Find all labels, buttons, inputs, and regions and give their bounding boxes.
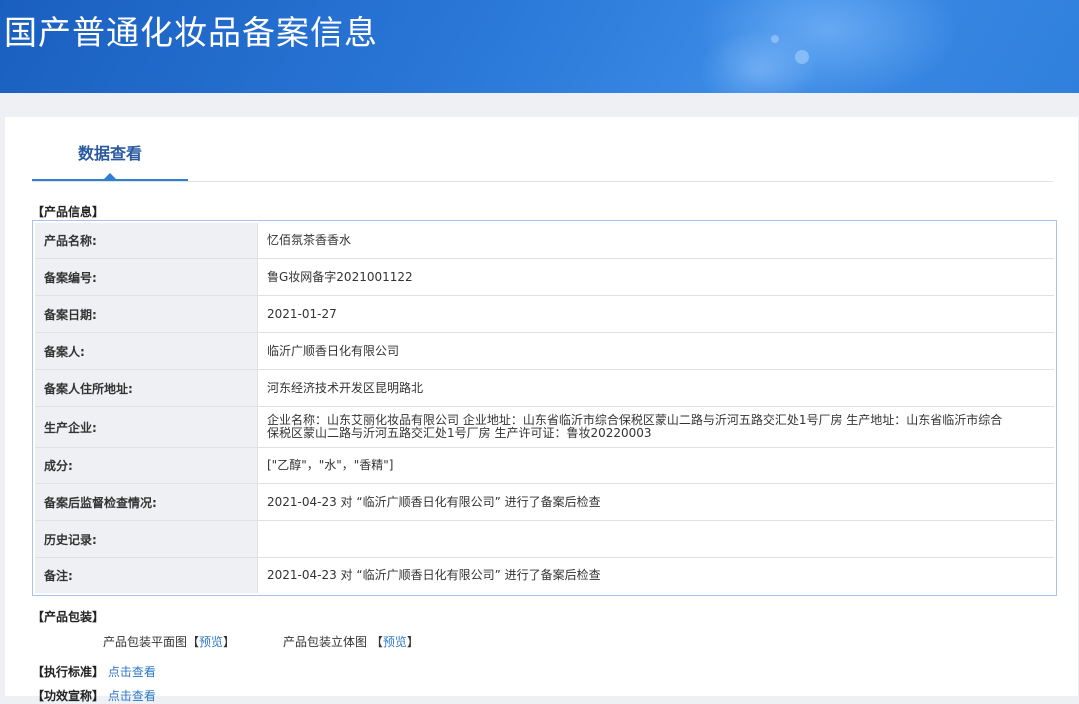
- row-label: 备案日期:: [35, 296, 258, 332]
- header-banner: 国产普通化妆品备案信息: [0, 0, 1079, 93]
- preview-solid-link[interactable]: 预览: [383, 635, 407, 649]
- bracket-close: 】: [223, 635, 236, 649]
- row-value: ["乙醇"，"水"，"香精"]: [267, 458, 394, 472]
- row-value: 临沂广顺香日化有限公司: [267, 343, 400, 358]
- content-panel: 数据查看 【产品信息】 产品名称: 忆佰氛茶香香水 备案编号: 鲁G妆网备字20…: [5, 117, 1078, 703]
- efficacy-view-link[interactable]: 点击查看: [108, 689, 156, 703]
- section-title-product-info: 【产品信息】: [32, 205, 105, 219]
- packaging-flat-line: 产品包装平面图【预览】: [103, 633, 235, 650]
- packaging-flat-label: 产品包装平面图: [103, 635, 188, 649]
- row-value: 2021-01-27: [267, 306, 337, 321]
- tab-active-indicator-icon: [104, 173, 116, 179]
- bracket-open: 【: [370, 635, 383, 649]
- row-value: 2021-04-23 对 “临沂广顺香日化有限公司” 进行了备案后检查: [267, 568, 601, 582]
- product-info-table: 产品名称: 忆佰氛茶香香水 备案编号: 鲁G妆网备字2021001122 备案日…: [32, 220, 1057, 596]
- section-title-packaging: 【产品包装】: [32, 610, 105, 624]
- bracket-open: 【: [187, 635, 200, 649]
- row-label: 产品名称:: [35, 223, 258, 258]
- section-title-efficacy: 【功效宣称】: [32, 689, 105, 703]
- table-row: 备案日期: 2021-01-27: [35, 296, 1054, 333]
- row-value: 忆佰氛茶香香水: [267, 233, 352, 247]
- row-label: 备注:: [35, 558, 258, 593]
- row-label: 备案编号:: [35, 259, 258, 295]
- table-row: 产品名称: 忆佰氛茶香香水: [35, 223, 1054, 259]
- tab-bar: 数据查看: [32, 117, 1053, 182]
- banner-decoration: [795, 50, 809, 64]
- row-value: 2021-04-23 对 “临沂广顺香日化有限公司” 进行了备案后检查: [267, 494, 601, 509]
- standard-line: 【执行标准】 点击查看: [32, 663, 156, 680]
- row-label: 历史记录:: [35, 521, 258, 557]
- bracket-close: 】: [406, 635, 419, 649]
- banner-decoration: [771, 35, 779, 43]
- section-title-standard: 【执行标准】: [32, 665, 105, 679]
- page-title: 国产普通化妆品备案信息: [4, 13, 378, 52]
- table-row: 生产企业: 企业名称：山东艾丽化妆品有限公司 企业地址：山东省临沂市综合保税区蒙…: [35, 407, 1054, 448]
- table-row: 备案后监督检查情况: 2021-04-23 对 “临沂广顺香日化有限公司” 进行…: [35, 484, 1054, 521]
- row-value: 企业名称：山东艾丽化妆品有限公司 企业地址：山东省临沂市综合保税区蒙山二路与沂河…: [267, 413, 1003, 440]
- packaging-solid-line: 产品包装立体图 【预览】: [283, 633, 419, 650]
- table-row: 成分: ["乙醇"，"水"，"香精"]: [35, 448, 1054, 484]
- row-label: 备案后监督检查情况:: [35, 484, 258, 520]
- table-row: 备注: 2021-04-23 对 “临沂广顺香日化有限公司” 进行了备案后检查: [35, 558, 1054, 593]
- table-row: 备案人住所地址: 河东经济技术开发区昆明路北: [35, 370, 1054, 407]
- row-value: 鲁G妆网备字2021001122: [267, 269, 413, 284]
- standard-view-link[interactable]: 点击查看: [108, 665, 156, 679]
- row-label: 备案人:: [35, 333, 258, 369]
- row-value: 河东经济技术开发区昆明路北: [267, 380, 424, 395]
- row-label: 备案人住所地址:: [35, 370, 258, 406]
- table-row: 历史记录:: [35, 521, 1054, 558]
- row-label: 成分:: [35, 448, 258, 483]
- tab-data-view[interactable]: 数据查看: [32, 117, 188, 181]
- table-row: 备案编号: 鲁G妆网备字2021001122: [35, 259, 1054, 296]
- row-label: 生产企业:: [35, 407, 258, 447]
- row-value: [258, 521, 1054, 557]
- preview-flat-link[interactable]: 预览: [199, 635, 223, 649]
- packaging-solid-label: 产品包装立体图: [283, 635, 368, 649]
- table-row: 备案人: 临沂广顺香日化有限公司: [35, 333, 1054, 370]
